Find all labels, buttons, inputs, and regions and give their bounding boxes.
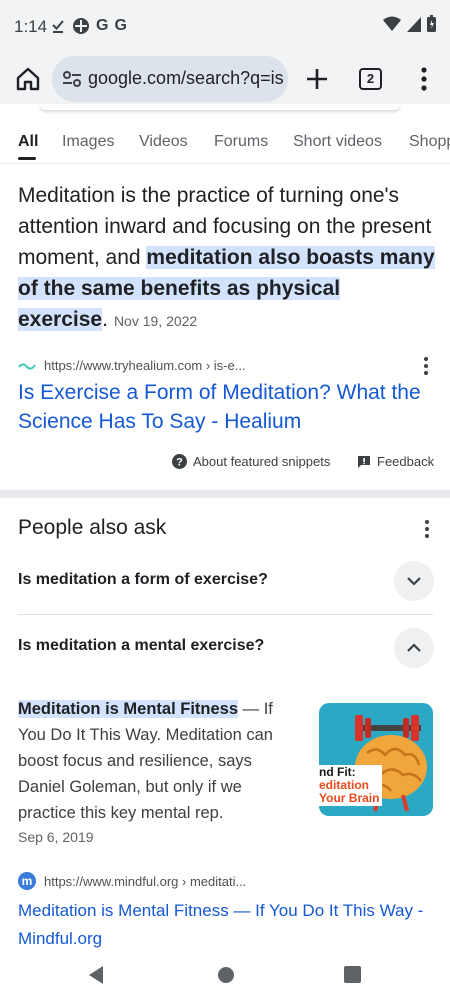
about-featured-snippets[interactable]: ? About featured snippets xyxy=(172,454,330,469)
tab-shopping[interactable]: Shopping xyxy=(409,133,450,151)
answer-cite: https://www.mindful.org › meditati... xyxy=(44,874,247,889)
snippet-text-2: . xyxy=(102,308,108,331)
google-g-icon: G xyxy=(96,17,109,34)
paa-options-button[interactable] xyxy=(424,520,430,540)
healium-favicon xyxy=(18,363,36,370)
url-text: google.com/search?q=is xyxy=(88,68,284,88)
search-box-edge xyxy=(40,104,400,110)
answer-thumbnail[interactable]: nd Fit: editation Your Brain xyxy=(319,703,433,816)
about-label: About featured snippets xyxy=(193,454,331,469)
answer-date: Sep 6, 2019 xyxy=(18,829,94,845)
system-nav-bar xyxy=(0,950,450,1000)
plus-icon xyxy=(307,69,327,89)
download-done-icon xyxy=(52,20,64,33)
search-tabs: All Images Videos Forums Short videos Sh… xyxy=(0,104,450,164)
chevron-up-icon xyxy=(407,643,421,652)
result-options-button[interactable] xyxy=(423,357,429,377)
mindful-favicon: m xyxy=(18,872,36,890)
new-tab-button[interactable] xyxy=(302,64,332,94)
answer-highlight: Meditation is Mental Fitness xyxy=(18,700,239,718)
snippet-cite: https://www.tryhealium.com › is-e... xyxy=(44,358,246,373)
status-bar: 1:14 G G xyxy=(0,0,450,54)
thumbnail-caption: nd Fit: editation Your Brain xyxy=(319,765,383,806)
paa-answer: Meditation is Mental Fitness — If You Do… xyxy=(18,696,300,826)
signal-icon xyxy=(407,16,421,32)
chevron-down-icon xyxy=(407,577,421,586)
answer-source[interactable]: m https://www.mindful.org › meditati... xyxy=(18,872,438,892)
system-icons xyxy=(383,15,436,32)
tab-videos[interactable]: Videos xyxy=(139,133,188,151)
feedback-label: Feedback xyxy=(377,454,435,469)
home-icon xyxy=(16,67,40,91)
home-button[interactable] xyxy=(12,63,44,95)
browser-toolbar: google.com/search?q=is 2 xyxy=(0,54,450,104)
active-tab-indicator xyxy=(18,157,36,160)
home-nav-icon[interactable] xyxy=(217,966,235,984)
google-g-icon: G xyxy=(114,17,127,34)
more-vert-icon xyxy=(421,67,427,91)
address-bar[interactable]: google.com/search?q=is xyxy=(52,56,288,102)
game-controller-icon xyxy=(73,18,89,34)
status-time: 1:14 xyxy=(14,17,48,36)
paa-divider xyxy=(18,614,433,615)
back-icon[interactable] xyxy=(87,965,105,985)
answer-result-title[interactable]: Meditation is Mental Fitness — If You Do… xyxy=(18,897,438,953)
tab-forums[interactable]: Forums xyxy=(214,133,268,151)
thumbnail-text-3: Your Brain xyxy=(319,791,380,805)
tab-all[interactable]: All xyxy=(18,133,38,151)
svg-text:?: ? xyxy=(176,457,183,469)
feedback-button[interactable]: Feedback xyxy=(357,454,434,469)
notification-icons: G G xyxy=(50,16,127,36)
tab-switcher-button[interactable]: 2 xyxy=(359,68,382,90)
site-settings-icon[interactable] xyxy=(62,69,82,89)
paa-question-2[interactable]: Is meditation a mental exercise? xyxy=(18,637,264,655)
snippet-result-title[interactable]: Is Exercise a Form of Meditation? What t… xyxy=(18,378,428,436)
expand-button[interactable] xyxy=(394,561,434,601)
recents-icon[interactable] xyxy=(344,966,361,983)
help-icon: ? xyxy=(172,454,187,469)
paa-question-1[interactable]: Is meditation a form of exercise? xyxy=(18,571,268,589)
snippet-date: Nov 19, 2022 xyxy=(113,313,198,329)
tab-short-videos[interactable]: Short videos xyxy=(293,133,382,151)
section-divider xyxy=(0,490,450,498)
paa-title: People also ask xyxy=(18,516,167,539)
snippet-source[interactable]: https://www.tryhealium.com › is-e... xyxy=(18,357,438,377)
battery-icon xyxy=(427,15,436,32)
tab-images[interactable]: Images xyxy=(62,133,114,151)
answer-text: — If You Do It This Way. Meditation can … xyxy=(18,700,273,822)
featured-snippet-text: Meditation is the practice of turning on… xyxy=(18,180,438,337)
more-menu-button[interactable] xyxy=(414,66,434,92)
feedback-icon xyxy=(358,455,370,468)
collapse-button[interactable] xyxy=(394,628,434,668)
wifi-icon xyxy=(383,16,401,31)
